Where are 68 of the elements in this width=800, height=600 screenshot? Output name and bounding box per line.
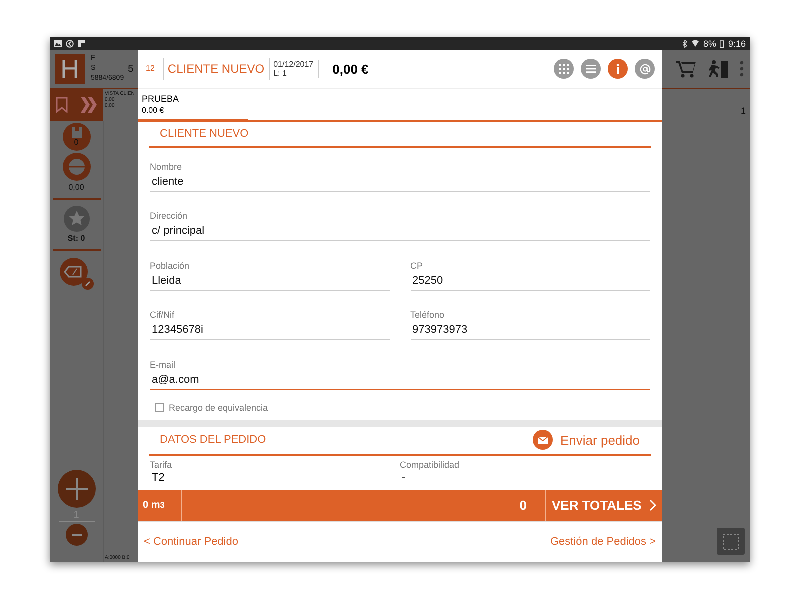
field-label: Dirección — [150, 211, 189, 221]
field-value: T2 — [151, 472, 166, 484]
section-heading: DATOS DEL PEDIDO — [160, 434, 266, 446]
dialog-title: CLIENTE NUEVO — [164, 58, 270, 80]
flag-icon — [78, 40, 85, 47]
grid-icon — [559, 64, 569, 74]
text-field[interactable]: a@a.com — [150, 374, 650, 390]
list-button[interactable] — [581, 59, 601, 79]
text-field[interactable]: 25250 — [410, 274, 650, 290]
minus-circle-button[interactable] — [62, 153, 90, 181]
more-options-icon[interactable] — [740, 61, 744, 77]
partial-label: 5 — [128, 64, 134, 74]
row-count: 1 — [740, 106, 746, 116]
field-label: Tarifa — [150, 460, 174, 470]
order-date: 01/12/2017 — [274, 60, 314, 69]
section-heading: CLIENTE NUEVO — [160, 128, 249, 140]
field-value: - — [401, 472, 407, 484]
back-arrow-icon — [66, 40, 74, 48]
field-label: Compatibilidad — [400, 460, 461, 470]
order-total: 0,00 € — [332, 62, 369, 76]
field-label: Nombre — [150, 162, 184, 172]
battery-percent: 8% — [703, 38, 716, 48]
minus-button-icon[interactable] — [66, 524, 88, 546]
field-label: Teléfono — [410, 310, 446, 320]
field-label: Cif/Nif — [150, 310, 176, 320]
box-icon — [72, 127, 82, 138]
info-button[interactable] — [608, 59, 628, 79]
cart-icon[interactable] — [676, 60, 696, 78]
bluetooth-icon — [683, 40, 688, 48]
checkbox-label: Recargo de equivalencia — [169, 402, 268, 412]
envelope-icon — [538, 436, 548, 444]
text-field[interactable]: cliente — [150, 176, 650, 192]
battery-icon — [720, 40, 724, 48]
selection-button[interactable] — [717, 528, 745, 555]
text-field[interactable]: 973973973 — [410, 324, 650, 340]
clock-time: 9:16 — [728, 38, 746, 48]
discount-tag-icon[interactable] — [58, 257, 94, 291]
send-order-button[interactable]: Enviar pedido — [532, 430, 640, 450]
order-management-link[interactable]: Gestión de Pedidos > — [550, 536, 656, 548]
field-label: Población — [150, 260, 191, 270]
checkbox[interactable] — [155, 403, 164, 412]
stars-label: St: 0 — [68, 234, 86, 243]
grid-button[interactable] — [554, 59, 574, 79]
bookmark-icon[interactable] — [56, 97, 68, 113]
text-field[interactable]: 12345678i — [150, 324, 390, 340]
image-icon — [54, 40, 62, 47]
amount-label: 0,00 — [68, 183, 84, 192]
continue-order-link[interactable]: < Continuar Pedido — [144, 536, 238, 548]
app-logo: H — [55, 54, 85, 84]
text-field[interactable]: c/ principal — [150, 225, 650, 241]
menu-icon — [586, 65, 596, 73]
plus-icon — [66, 478, 88, 500]
chevron-right-icon — [650, 500, 656, 510]
lines-count: L: 1 — [274, 69, 288, 78]
star-button-icon[interactable] — [64, 206, 90, 232]
text-field[interactable]: Lleida — [150, 274, 390, 290]
info-icon — [616, 64, 620, 74]
double-chevron-icon[interactable] — [80, 97, 97, 113]
field-label: E-mail — [150, 360, 177, 370]
minus-circle-icon — [68, 158, 86, 176]
order-number: 12 — [138, 58, 164, 80]
field-label: CP — [410, 260, 424, 270]
exit-icon[interactable] — [708, 60, 728, 78]
wifi-icon — [692, 40, 700, 47]
at-sign-icon — [640, 64, 650, 74]
dashed-square-icon — [723, 534, 739, 550]
add-button[interactable] — [58, 470, 96, 508]
email-button[interactable] — [635, 59, 655, 79]
